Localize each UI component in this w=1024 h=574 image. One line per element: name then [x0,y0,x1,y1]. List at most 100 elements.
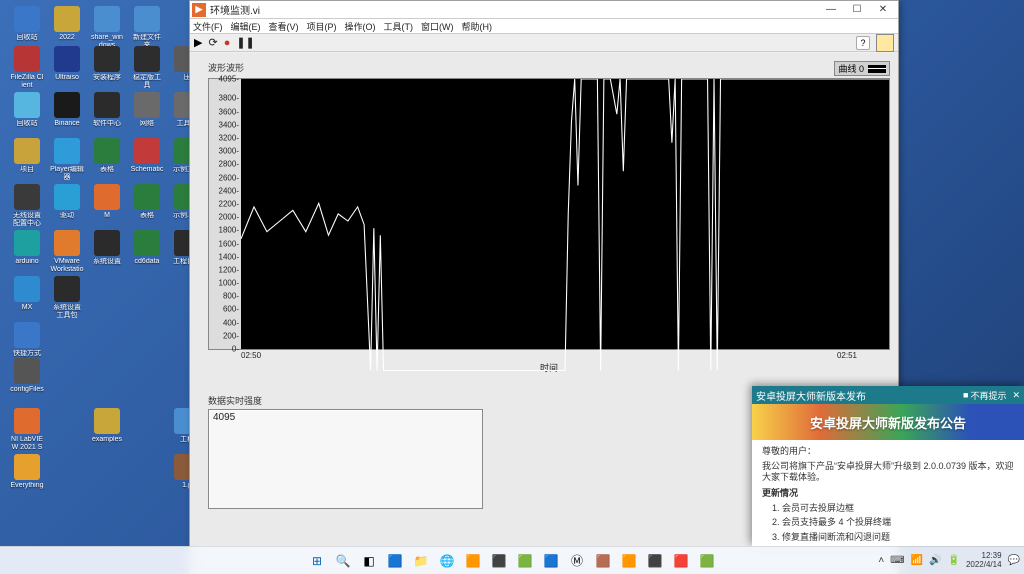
help-button[interactable]: ? [856,36,870,50]
popup-item: 3. 修复直播间断流和闪退问题 [762,532,1014,544]
taskbar-app-icon[interactable]: ⬛ [644,550,666,572]
desktop-icon[interactable]: 软件中心 [90,92,124,128]
desktop-icon[interactable]: cd6data [130,230,164,266]
maximize-button[interactable]: ☐ [844,2,870,18]
desktop-icon[interactable]: Ultraiso [50,46,84,82]
desktop-icon[interactable]: Player编辑器 [50,138,84,180]
search-button[interactable]: 🔍 [332,550,354,572]
run-button[interactable]: ▶ [194,36,202,49]
desktop-icon[interactable]: 回收站 [10,92,44,128]
edge-icon[interactable]: 🌐 [436,550,458,572]
vi-icon[interactable] [876,34,894,52]
tray-battery-icon[interactable]: 🔋 [948,555,960,566]
menu-item[interactable]: 文件(F) [193,20,223,33]
desktop-icon[interactable]: FileZilla Client [10,46,44,88]
desktop-icon[interactable]: 驱动 [50,184,84,220]
tray-volume-icon[interactable]: 🔊 [929,555,941,566]
taskbar-clock[interactable]: 12:39 2022/4/14 [966,552,1002,570]
desktop-icon[interactable]: 安装程序 [90,46,124,82]
desktop-icon[interactable]: 系统设置 [90,230,124,266]
y-tick: 1800- [219,226,239,235]
task-view-button[interactable]: ◧ [358,550,380,572]
desktop-icon[interactable]: 网络 [130,92,164,128]
minimize-button[interactable]: — [818,2,844,18]
taskbar-app-icon[interactable]: 🟦 [540,550,562,572]
chart-plot-area[interactable] [241,79,889,349]
popup-item: 1. 会员可去投屏边框 [762,503,1014,515]
explorer-icon[interactable]: 📁 [410,550,432,572]
desktop-icon[interactable]: Schematic [130,138,164,174]
window-titlebar[interactable]: ▶ 环境监测.vi — ☐ ✕ [190,1,898,19]
run-continuous-button[interactable]: ⟳ [208,36,217,49]
desktop-icon[interactable]: 快捷方式 [10,322,44,358]
menu-item[interactable]: 工具(T) [384,20,414,33]
desktop-icon[interactable]: share_windows [90,6,124,48]
chart-legend[interactable]: 曲线 0 [834,61,890,76]
numeric-indicator: 4095 [208,409,483,509]
popup-title-text: 安卓投屏大师新版本发布 [756,388,866,403]
taskbar-app-icon[interactable]: 🟫 [592,550,614,572]
popup-dont-show-button[interactable]: ■ 不再提示 [963,389,1006,402]
notification-icon[interactable]: 💬 [1008,555,1020,566]
taskbar-app-icon[interactable]: 🟥 [670,550,692,572]
menu-item[interactable]: 查看(V) [269,20,299,33]
taskbar-app-icon[interactable]: 🟧 [618,550,640,572]
desktop-icon[interactable]: Everything [10,454,44,490]
menu-item[interactable]: 操作(O) [345,20,376,33]
taskbar-app-icon[interactable]: 🟧 [462,550,484,572]
y-tick: 3200- [219,134,239,143]
clock-date: 2022/4/14 [966,561,1002,570]
taskbar-app-icon[interactable]: 🟩 [514,550,536,572]
menu-bar: 文件(F) 编辑(E) 查看(V) 项目(P) 操作(O) 工具(T) 窗口(W) 帮助(H) [190,19,898,34]
popup-greeting: 尊敬的用户： [762,446,1014,458]
popup-close-button[interactable]: ✕ [1012,390,1020,401]
chart-y-axis: 4095-3800-3600-3400-3200-3000-2800-2600-… [209,79,241,349]
desktop-icon[interactable]: arduino [10,230,44,266]
system-tray: ˄ ⌨ 📶 🔊 🔋 12:39 2022/4/14 💬 [878,552,1020,570]
desktop-icon[interactable]: 系统设置工具包 [50,276,84,318]
desktop-icon[interactable]: NI LabVIEW 2021 SP1 [10,408,44,450]
waveform-chart: 波形波形 曲线 0 4095-3800-3600-3400-3200-3000-… [208,61,890,374]
y-tick: 400- [223,318,239,327]
taskbar[interactable]: ⊞ 🔍 ◧ 🟦 📁 🌐 🟧 ⬛ 🟩 🟦 Ⓜ 🟫 🟧 ⬛ 🟥 🟩 ˄ ⌨ 📶 🔊 … [0,546,1024,574]
tray-ime-icon[interactable]: ⌨ [890,555,904,566]
abort-button[interactable]: ● [224,37,231,49]
desktop-icon[interactable]: configFiles [10,358,44,394]
y-tick: 3400- [219,120,239,129]
start-button[interactable]: ⊞ [306,550,328,572]
desktop-icon[interactable]: M [90,184,124,220]
taskbar-app-icon[interactable]: 🟩 [696,550,718,572]
popup-titlebar[interactable]: 安卓投屏大师新版本发布 ■ 不再提示 ✕ [752,386,1024,404]
desktop-icon[interactable]: 新建文件夹 [130,6,164,48]
desktop-icon[interactable]: Binance [50,92,84,128]
desktop-icon[interactable]: VMware Workstation [50,230,84,272]
numeric-indicator-value: 4095 [209,410,482,425]
desktop-icon[interactable]: examples [90,408,124,444]
taskbar-app-icon[interactable]: Ⓜ [566,550,588,572]
desktop-icon[interactable]: MX [10,276,44,312]
menu-item[interactable]: 编辑(E) [231,20,261,33]
desktop-icon[interactable]: 2022 [50,6,84,42]
tray-network-icon[interactable]: 📶 [911,555,923,566]
y-tick: 3800- [219,94,239,103]
desktop-icon[interactable]: 无线设置配置中心 [10,184,44,226]
tray-expand-icon[interactable]: ˄ [878,555,884,566]
desktop-icon[interactable]: 回收站 [10,6,44,42]
desktop-icon[interactable]: 项目 [10,138,44,174]
window-title: 环境监测.vi [210,2,260,17]
widgets-button[interactable]: 🟦 [384,550,406,572]
menu-item[interactable]: 项目(P) [307,20,337,33]
toolbar: ▶ ⟳ ● ❚❚ ? [190,34,898,52]
menu-item[interactable]: 帮助(H) [462,20,493,33]
menu-item[interactable]: 窗口(W) [421,20,454,33]
y-tick: 2400- [219,186,239,195]
desktop-icon[interactable]: 稳定版工具 [130,46,164,88]
desktop-icon[interactable]: 表格 [90,138,124,174]
close-button[interactable]: ✕ [870,2,896,18]
popup-intro: 我公司将旗下产品“安卓投屏大师”升级到 2.0.0.0739 版本，欢迎大家下载… [762,461,1014,484]
popup-banner: 安卓投屏大师新版发布公告 [752,404,1024,440]
taskbar-app-icon[interactable]: ⬛ [488,550,510,572]
y-tick: 0- [232,345,239,354]
pause-button[interactable]: ❚❚ [236,36,254,49]
desktop-icon[interactable]: 表格 [130,184,164,220]
